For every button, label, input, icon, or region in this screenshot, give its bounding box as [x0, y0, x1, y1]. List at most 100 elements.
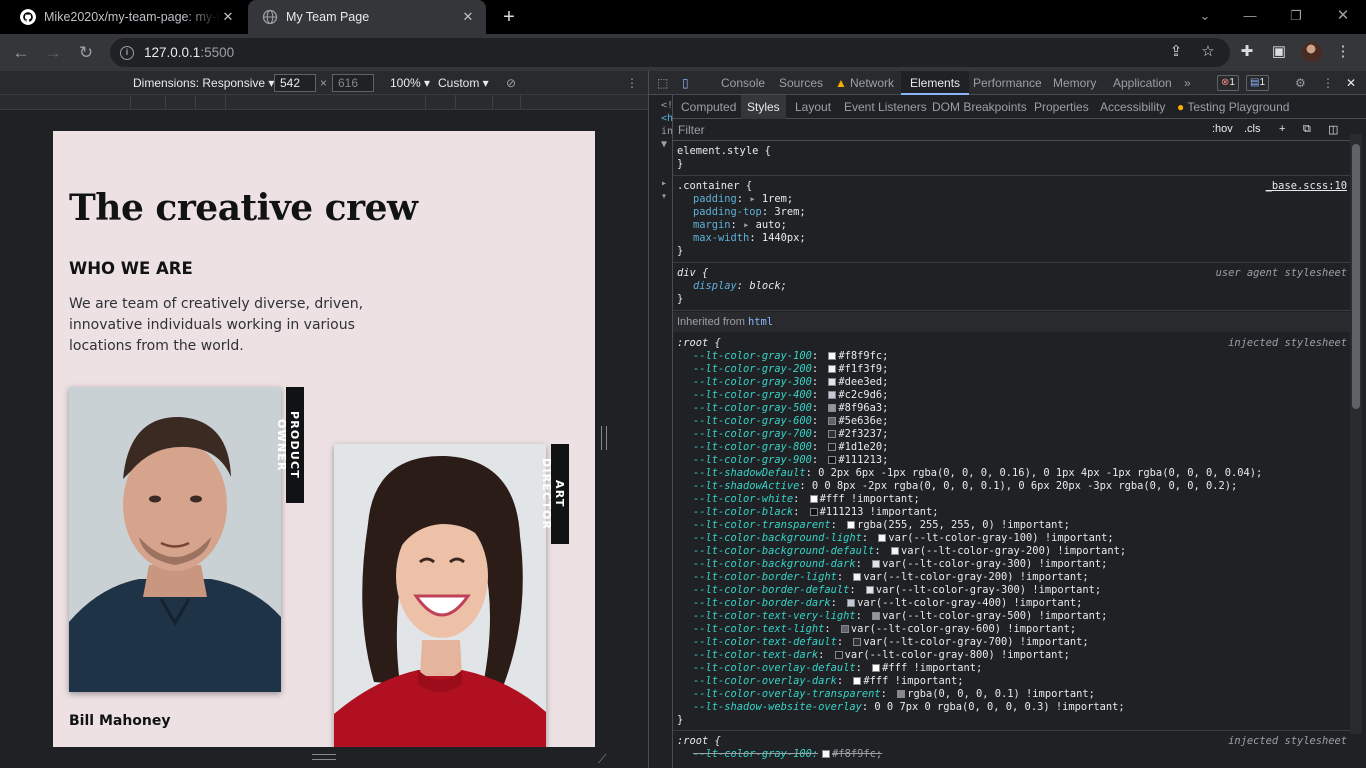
color-swatch[interactable] — [872, 664, 881, 672]
css-custom-property[interactable]: --lt-shadow-website-overlay: 0 0 7px 0 r… — [677, 701, 1347, 714]
color-swatch[interactable] — [828, 456, 837, 464]
css-custom-property[interactable]: --lt-color-gray-800: #1d1e20; — [677, 441, 1347, 454]
css-custom-property[interactable]: --lt-color-gray-500: #8f96a3; — [677, 402, 1347, 415]
root-rule-2[interactable]: :root { injected stylesheet --lt-color-g… — [673, 731, 1351, 768]
toggle-sidebar-icon[interactable]: ◫ — [1328, 123, 1338, 136]
back-icon[interactable]: ← — [8, 40, 34, 66]
container-rule[interactable]: .container { _base.scss:10 padding: ▸ 1r… — [673, 176, 1351, 263]
error-count-badge[interactable]: ⊗1 — [1217, 75, 1239, 91]
color-swatch[interactable] — [809, 508, 818, 516]
styles-scrollbar[interactable] — [1350, 134, 1362, 734]
devtools-menu-icon[interactable]: ⋮ — [1322, 71, 1334, 95]
color-swatch[interactable] — [828, 378, 837, 386]
css-custom-property[interactable]: --lt-color-background-dark: var(--lt-col… — [677, 558, 1347, 571]
color-swatch[interactable] — [865, 586, 874, 594]
address-bar[interactable]: i 127.0.0.1:5500 — [110, 38, 1230, 67]
color-swatch[interactable] — [872, 560, 881, 568]
css-custom-property[interactable]: --lt-color-background-light: var(--lt-co… — [677, 532, 1347, 545]
new-rule-icon[interactable]: + — [1279, 123, 1285, 135]
side-panel-icon[interactable]: ▣ — [1269, 42, 1289, 62]
css-custom-property[interactable]: --lt-color-border-light: var(--lt-color-… — [677, 571, 1347, 584]
settings-gear-icon[interactable]: ⚙ — [1295, 71, 1306, 95]
color-swatch[interactable] — [872, 612, 881, 620]
resize-handle-right[interactable] — [601, 426, 607, 450]
reload-icon[interactable]: ↻ — [73, 40, 99, 66]
source-link[interactable]: _base.scss:10 — [1266, 180, 1347, 193]
device-more-icon[interactable]: ⋮ — [626, 76, 638, 90]
subtab-event-listeners[interactable]: Event Listeners — [844, 95, 927, 119]
css-custom-property[interactable]: --lt-color-gray-300: #dee3ed; — [677, 376, 1347, 389]
color-swatch[interactable] — [878, 534, 887, 542]
css-custom-property[interactable]: --lt-color-text-dark: var(--lt-color-gra… — [677, 649, 1347, 662]
color-swatch[interactable] — [853, 573, 862, 581]
close-tab-icon[interactable]: ✕ — [220, 9, 236, 25]
tab-sources[interactable]: Sources — [779, 71, 823, 95]
color-swatch[interactable] — [828, 417, 837, 425]
subtab-accessibility[interactable]: Accessibility — [1100, 95, 1165, 119]
subtab-properties[interactable]: Properties — [1034, 95, 1089, 119]
color-swatch[interactable] — [809, 495, 818, 503]
restore-icon[interactable]: ❐ — [1284, 6, 1308, 26]
color-swatch[interactable] — [840, 625, 849, 633]
bookmark-star-icon[interactable]: ☆ — [1198, 42, 1218, 62]
close-tab-icon[interactable]: ✕ — [460, 9, 476, 25]
color-swatch[interactable] — [890, 547, 899, 555]
css-custom-property[interactable]: --lt-color-overlay-dark: #fff !important… — [677, 675, 1347, 688]
css-custom-property[interactable]: --lt-color-black: #111213 !important; — [677, 506, 1347, 519]
cls-toggle[interactable]: .cls — [1244, 123, 1261, 135]
div-rule[interactable]: div { user agent stylesheet display: blo… — [673, 263, 1351, 311]
height-input[interactable]: 616 — [332, 74, 374, 92]
color-swatch[interactable] — [834, 651, 843, 659]
width-input[interactable]: 542 — [274, 74, 316, 92]
css-custom-property[interactable]: --lt-color-text-light: var(--lt-color-gr… — [677, 623, 1347, 636]
css-custom-property[interactable]: --lt-color-gray-600: #5e636e; — [677, 415, 1347, 428]
color-swatch[interactable] — [828, 430, 837, 438]
element-state-icon[interactable]: ⧉ — [1303, 123, 1311, 136]
site-info-icon[interactable]: i — [120, 45, 134, 60]
media-query-ruler[interactable] — [0, 95, 648, 110]
color-swatch[interactable] — [847, 599, 856, 607]
css-custom-property[interactable]: --lt-color-white: #fff !important; — [677, 493, 1347, 506]
resize-handle-bottom[interactable] — [312, 754, 336, 760]
color-swatch[interactable] — [847, 521, 856, 529]
subtab-dom-breakpoints[interactable]: DOM Breakpoints — [932, 95, 1027, 119]
color-swatch[interactable] — [853, 677, 862, 685]
css-custom-property[interactable]: --lt-color-background-default: var(--lt-… — [677, 545, 1347, 558]
css-custom-property[interactable]: --lt-color-border-default: var(--lt-colo… — [677, 584, 1347, 597]
browser-tab-my-team-page[interactable]: My Team Page ✕ — [248, 0, 486, 34]
rotate-icon[interactable]: ⊘ — [506, 76, 516, 90]
browser-tab-github[interactable]: Mike2020x/my-team-page: my-te ✕ — [8, 0, 246, 34]
color-swatch[interactable] — [828, 404, 837, 412]
tab-application[interactable]: Application — [1113, 71, 1172, 95]
css-custom-property[interactable]: --lt-color-gray-200: #f1f3f9; — [677, 363, 1347, 376]
device-toggle-icon[interactable]: ▯ — [682, 71, 689, 95]
color-swatch[interactable] — [828, 391, 837, 399]
color-swatch[interactable] — [828, 365, 837, 373]
new-tab-button[interactable]: + — [497, 6, 521, 28]
css-custom-property[interactable]: --lt-color-overlay-transparent: rgba(0, … — [677, 688, 1347, 701]
more-tabs-button[interactable]: » — [1184, 71, 1191, 95]
tab-elements[interactable]: Elements — [901, 71, 970, 95]
resize-handle-corner-icon[interactable]: ⟋ — [598, 752, 606, 767]
css-custom-property[interactable]: --lt-shadowDefault: 0 2px 6px -1px rgba(… — [677, 467, 1347, 480]
css-custom-property[interactable]: --lt-color-gray-700: #2f3237; — [677, 428, 1347, 441]
menu-kebab-icon[interactable]: ⋮ — [1333, 42, 1353, 62]
css-custom-property[interactable]: --lt-color-border-dark: var(--lt-color-g… — [677, 597, 1347, 610]
minimize-icon[interactable]: — — [1238, 6, 1262, 26]
elements-tree-collapsed[interactable]: <! <h in ▼ ▸ ▾ — [649, 95, 673, 768]
color-swatch[interactable] — [853, 638, 862, 646]
css-custom-property[interactable]: --lt-color-text-very-light: var(--lt-col… — [677, 610, 1347, 623]
message-count-badge[interactable]: ▤1 — [1246, 75, 1270, 91]
tab-performance[interactable]: Performance — [973, 71, 1042, 95]
filter-input[interactable]: Filter — [678, 123, 705, 137]
subtab-styles[interactable]: Styles — [741, 95, 786, 119]
inspect-element-icon[interactable]: ⬚ — [657, 71, 668, 95]
color-swatch[interactable] — [828, 443, 837, 451]
subtab-testing-playground[interactable]: ● Testing Playground — [1177, 95, 1289, 119]
tab-memory[interactable]: Memory — [1053, 71, 1096, 95]
color-swatch[interactable] — [828, 352, 837, 360]
css-custom-property[interactable]: --lt-color-gray-100: #f8f9fc; — [677, 350, 1347, 363]
css-custom-property[interactable]: --lt-color-gray-900: #111213; — [677, 454, 1347, 467]
dimensions-dropdown[interactable]: Dimensions: Responsive ▾ — [133, 76, 274, 90]
css-custom-property[interactable]: --lt-color-transparent: rgba(255, 255, 2… — [677, 519, 1347, 532]
